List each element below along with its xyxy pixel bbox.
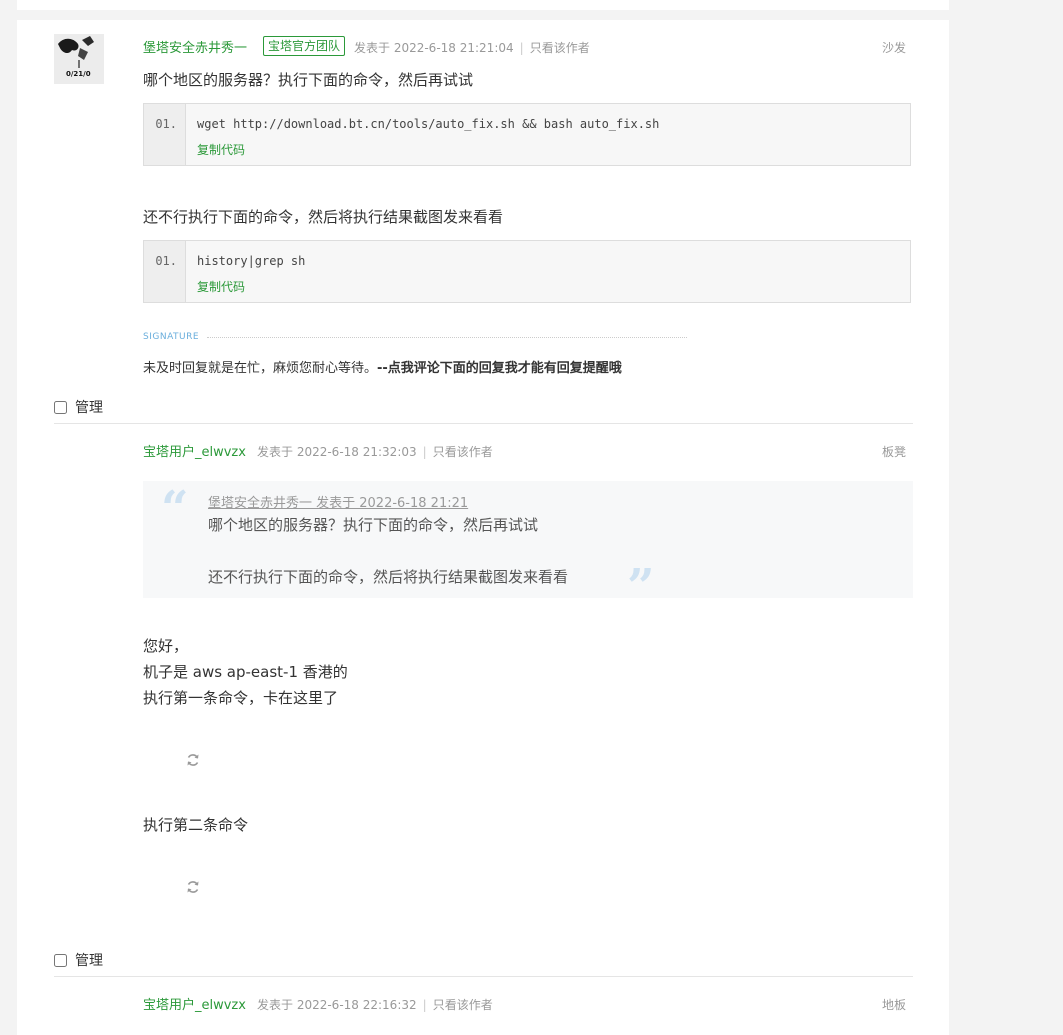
floor-number[interactable]: 沙发 [882, 39, 906, 56]
post-time: 发表于 2022-6-18 21:21:04 [354, 41, 514, 55]
line-number: 01. [144, 241, 186, 302]
post-text: 还不行执行下面的命令，然后将执行结果截图发来看看 [143, 208, 504, 226]
meta-separator: | [422, 998, 427, 1012]
reload-icon[interactable] [186, 751, 200, 772]
meta-separator: | [422, 445, 427, 459]
signature-link[interactable]: --点我评论下面的回复我才能有回复提醒哦 [377, 361, 622, 376]
only-author-link[interactable]: 只看该作者 [433, 445, 493, 459]
reload-icon-graphic [187, 754, 199, 766]
meta-separator: | [519, 41, 524, 55]
reload-icon-graphic [187, 881, 199, 893]
post-text: 您好， [143, 637, 189, 655]
copy-code-button[interactable]: 复制代码 [197, 278, 245, 295]
author-avatar[interactable]: 0/21/0 [54, 34, 104, 84]
line-number: 01. [144, 104, 186, 165]
manage-checkbox[interactable] [54, 953, 67, 967]
post-author-link[interactable]: 宝塔用户_elwvzx [143, 994, 246, 1013]
post-text: 机子是 aws ap-east-1 香港的 [143, 663, 348, 681]
open-quote-icon: “ [161, 481, 189, 537]
manage-option[interactable]: 管理 [54, 397, 103, 417]
code-text: history|grep sh [197, 254, 306, 268]
manage-label: 管理 [75, 953, 103, 969]
signature-text: 未及时回复就是在忙，麻烦您耐心等待。--点我评论下面的回复我才能有回复提醒哦 [143, 357, 622, 376]
manage-checkbox[interactable] [54, 400, 67, 414]
only-author-link[interactable]: 只看该作者 [530, 41, 590, 55]
post-divider [54, 976, 913, 977]
post-divider [54, 423, 913, 424]
close-quote-icon: ” [627, 559, 655, 615]
signature-divider [207, 337, 687, 338]
signature-plain: 未及时回复就是在忙，麻烦您耐心等待。 [143, 361, 378, 376]
post-text: 执行第二条命令 [143, 816, 249, 834]
post-meta: 发表于 2022-6-18 22:16:32 | 只看该作者 [257, 996, 493, 1013]
quote-source-link[interactable]: 堡塔安全赤井秀一 发表于 2022-6-18 21:21 [208, 492, 468, 511]
floor-number[interactable]: 板凳 [882, 443, 906, 460]
code-block: 01. wget http://download.bt.cn/tools/aut… [143, 103, 911, 166]
floor-number[interactable]: 地板 [882, 996, 906, 1013]
code-block: 01. history|grep sh 复制代码 [143, 240, 911, 303]
quote-text: 还不行执行下面的命令，然后将执行结果截图发来看看 [208, 568, 569, 586]
quote-block: “ 堡塔安全赤井秀一 发表于 2022-6-18 21:21 哪个地区的服务器？… [143, 481, 913, 611]
only-author-link[interactable]: 只看该作者 [433, 998, 493, 1012]
reload-icon[interactable] [186, 878, 200, 899]
previous-post-panel [17, 0, 949, 10]
post-text: 哪个地区的服务器？执行下面的命令，然后再试试 [143, 71, 474, 89]
post-time: 发表于 2022-6-18 21:32:03 [257, 445, 417, 459]
post-text: 执行第一条命令，卡在这里了 [143, 689, 339, 707]
code-text: wget http://download.bt.cn/tools/auto_fi… [197, 117, 660, 131]
post-meta: 发表于 2022-6-18 21:21:04 | 只看该作者 [354, 39, 590, 56]
post-time: 发表于 2022-6-18 22:16:32 [257, 998, 417, 1012]
manage-label: 管理 [75, 400, 103, 416]
post-meta: 发表于 2022-6-18 21:32:03 | 只看该作者 [257, 443, 493, 460]
manage-option[interactable]: 管理 [54, 950, 103, 970]
official-team-badge: 宝塔官方团队 [263, 36, 346, 56]
post-author-link[interactable]: 宝塔用户_elwvzx [143, 441, 246, 460]
post-author-link[interactable]: 堡塔安全赤井秀一 [143, 37, 247, 56]
quote-text: 哪个地区的服务器？执行下面的命令，然后再试试 [208, 516, 539, 534]
post-panel: 0/21/0 堡塔安全赤井秀一 宝塔官方团队 发表于 2022-6-18 21:… [17, 20, 949, 1035]
avatar-caption: 0/21/0 [66, 70, 91, 78]
copy-code-button[interactable]: 复制代码 [197, 141, 245, 158]
signature-label: SIGNATURE [143, 332, 200, 342]
